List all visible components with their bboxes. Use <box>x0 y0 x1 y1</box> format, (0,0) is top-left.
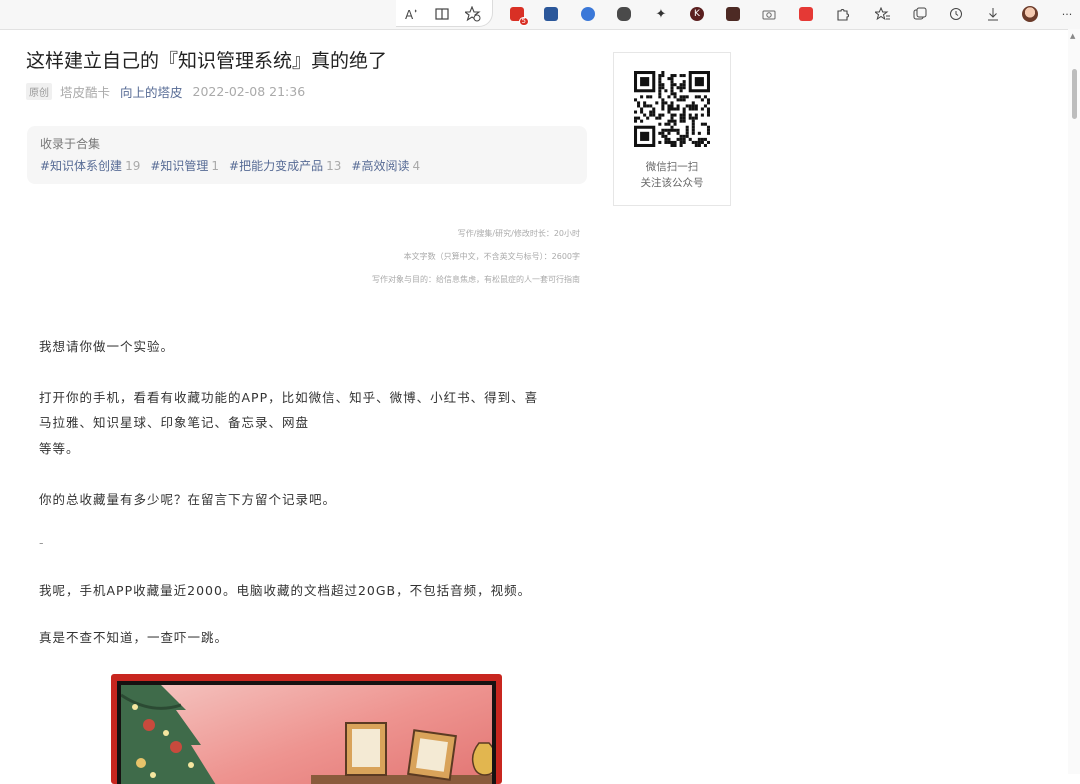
tag-count: 1 <box>211 159 220 173</box>
read-aloud-icon[interactable]: A <box>403 4 423 24</box>
original-badge: 原创 <box>26 82 52 100</box>
paragraph: 打开你的手机，看看有收藏功能的APP，比如微信、知乎、微博、小红书、得到、喜 <box>39 390 539 405</box>
tag-name: #高效阅读 <box>351 159 410 173</box>
history-icon[interactable] <box>946 4 966 24</box>
collection-tags: #知识体系创建 19 #知识管理 1 #把能力变成产品 13 #高效阅读 4 <box>40 157 430 174</box>
tag-count: 13 <box>326 159 342 173</box>
tag-name: #把能力变成产品 <box>229 159 324 173</box>
collection-box: 收录于合集 #知识体系创建 19 #知识管理 1 #把能力变成产品 13 #高效阅读 4 <box>27 126 587 184</box>
author-name: 塔皮酷卡 <box>60 84 111 100</box>
publish-date: 2022-02-08 21:36 <box>192 83 306 99</box>
paragraph: 你的总收藏量有多少呢？在留言下方留个记录吧。 <box>39 492 337 507</box>
tag-count: 4 <box>412 159 421 173</box>
extension-blue-icon[interactable] <box>578 4 598 24</box>
downloads-icon[interactable] <box>983 4 1003 24</box>
more-menu-icon[interactable]: ··· <box>1057 4 1077 24</box>
paragraph: 我呢，手机APP收藏量近2000。电脑收藏的文档超过20GB，不包括音频，视频。 <box>39 583 532 598</box>
writing-notes: 写作/搜集/研究/修改时长：20小时 本文字数（只算中文，不含英文与标号）：26… <box>372 222 580 291</box>
extensions-puzzle-icon[interactable] <box>833 4 853 24</box>
extension-dark-icon[interactable] <box>614 4 634 24</box>
paragraph: 马拉雅、知识星球、印象笔记、备忘录、网盘 <box>39 415 310 430</box>
qr-caption-follow: 关注该公众号 <box>640 177 704 189</box>
article-title: 这样建立自己的『知识管理系统』真的绝了 <box>26 50 388 72</box>
page-scrollbar[interactable]: ▲ <box>1068 29 1080 774</box>
illustration-scene <box>121 685 492 784</box>
note-line: 本文字数（只算中文，不含英文与标号）：2600字 <box>403 252 580 261</box>
qr-code[interactable] <box>634 71 710 147</box>
note-line: 写作对象与目的：给信息焦虑，有松鼠症的人一套可行指南 <box>372 275 580 284</box>
paragraph: 等等。 <box>39 441 80 456</box>
chart-extension-icon[interactable] <box>723 4 743 24</box>
article-illustration <box>111 674 502 784</box>
gmail-badge: 5 <box>518 17 529 26</box>
collection-tag[interactable]: #知识体系创建 19 <box>40 157 140 174</box>
svg-text:A: A <box>405 8 414 21</box>
tag-count: 19 <box>125 159 141 173</box>
collection-tag[interactable]: #知识管理 1 <box>150 157 219 174</box>
tag-name: #知识体系创建 <box>40 159 123 173</box>
illustration-art <box>121 685 492 784</box>
collection-tag[interactable]: #高效阅读 4 <box>351 157 420 174</box>
sparkle-extension-icon[interactable]: ✦ <box>651 4 671 24</box>
article-meta: 原创 塔皮酷卡 向上的塔皮 2022-02-08 21:36 <box>26 82 305 100</box>
favorites-icon[interactable] <box>873 4 893 24</box>
immersive-reader-icon[interactable] <box>432 4 452 24</box>
favorite-add-icon[interactable] <box>463 4 483 24</box>
collection-label: 收录于合集 <box>40 137 101 151</box>
qr-caption-scan: 微信扫一扫 <box>645 161 699 173</box>
scroll-thumb[interactable] <box>1072 69 1077 119</box>
collection-tag[interactable]: #把能力变成产品 13 <box>229 157 341 174</box>
camera-extension-icon[interactable] <box>759 4 779 24</box>
qr-code-panel: 微信扫一扫 关注该公众号 <box>613 52 731 206</box>
word-extension-icon[interactable] <box>541 4 561 24</box>
gmail-extension-icon[interactable]: 5 <box>507 4 529 26</box>
red-extension-icon[interactable] <box>796 4 816 24</box>
profile-avatar[interactable] <box>1020 4 1040 24</box>
tag-name: #知识管理 <box>150 159 209 173</box>
account-link[interactable]: 向上的塔皮 <box>120 82 183 101</box>
k-extension-icon[interactable]: K <box>687 4 707 24</box>
note-line: 写作/搜集/研究/修改时长：20小时 <box>457 229 580 238</box>
paragraph: 真是不查不知道，一查吓一跳。 <box>39 630 229 645</box>
collections-icon[interactable] <box>910 4 930 24</box>
separator-dash: - <box>39 535 45 550</box>
paragraph: 我想请你做一个实验。 <box>39 339 175 354</box>
scroll-up-arrow-icon[interactable]: ▲ <box>1070 32 1075 40</box>
browser-toolbar: A 5 ✦ K ··· <box>0 0 1080 30</box>
